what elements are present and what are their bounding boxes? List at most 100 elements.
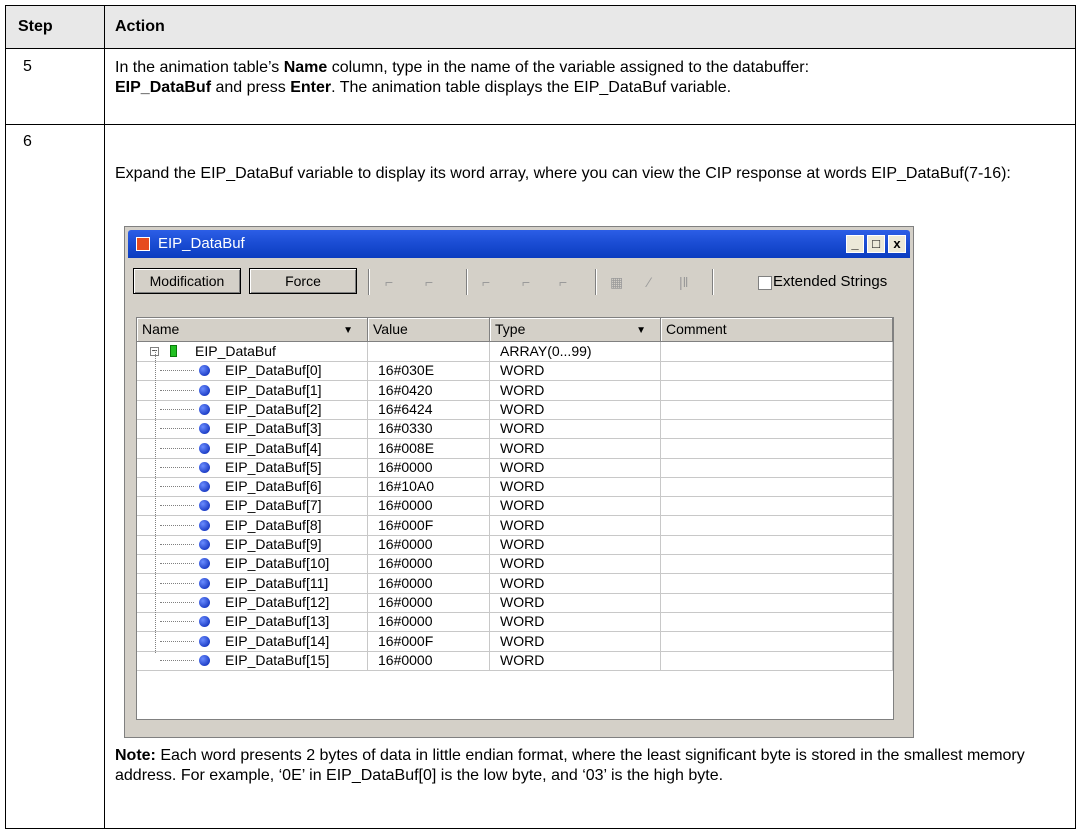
cell-comment[interactable] <box>661 573 893 593</box>
force-set-icon[interactable]: ⌐ <box>482 274 490 290</box>
word-variable-icon <box>199 577 210 589</box>
tree-root-row[interactable]: EIP_DataBuf ARRAY(0...99) − <box>137 342 893 362</box>
cell-value[interactable]: 16#008E <box>368 438 490 458</box>
minimize-button[interactable]: _ <box>846 235 864 253</box>
cell-comment[interactable] <box>661 535 893 554</box>
cell-value[interactable]: 16#000F <box>368 631 490 651</box>
cell-comment[interactable] <box>661 650 893 670</box>
cell-comment[interactable] <box>661 612 893 632</box>
tree-connector <box>160 524 194 526</box>
column-header-type[interactable]: Type ▼ <box>490 318 661 341</box>
cell-value[interactable]: 16#0000 <box>368 554 490 574</box>
dropdown-arrow-icon[interactable]: ▼ <box>343 319 353 342</box>
cell-comment[interactable] <box>661 496 893 516</box>
table-row[interactable]: EIP_DataBuf[3] 16#0330 WORD <box>137 419 893 440</box>
cell-type[interactable]: WORD <box>490 361 661 381</box>
value-text: 16#0000 <box>378 593 433 610</box>
cell-type[interactable]: WORD <box>490 515 661 535</box>
cell-type[interactable]: WORD <box>490 612 661 632</box>
cell-value[interactable]: 16#6424 <box>368 399 490 419</box>
cell-comment[interactable] <box>661 477 893 497</box>
cell-comment[interactable] <box>661 554 893 574</box>
force-button[interactable]: Force <box>249 268 357 294</box>
modification-button[interactable]: Modification <box>133 268 241 294</box>
cell-value[interactable]: 16#0000 <box>368 612 490 632</box>
cell-value[interactable]: 16#0420 <box>368 380 490 400</box>
cell-type[interactable]: WORD <box>490 438 661 458</box>
dropdown-arrow-icon[interactable]: ▼ <box>636 319 646 342</box>
bold-term: Enter <box>290 79 332 96</box>
table-row[interactable]: EIP_DataBuf[12] 16#0000 WORD <box>137 592 893 613</box>
unforce-icon[interactable]: ⌐ <box>559 274 567 290</box>
cell-type[interactable]: WORD <box>490 554 661 574</box>
table-row[interactable]: EIP_DataBuf[2] 16#6424 WORD <box>137 399 893 420</box>
cell-comment[interactable] <box>661 457 893 477</box>
animation-table-window: EIP_DataBuf _ □ x Modification Force ⌐ ⌐… <box>124 226 914 738</box>
table-row[interactable]: EIP_DataBuf[13] 16#0000 WORD <box>137 612 893 633</box>
tree-connector <box>160 447 194 449</box>
cell-comment[interactable] <box>661 361 893 381</box>
cell-type[interactable]: WORD <box>490 496 661 516</box>
cell-value[interactable]: 16#0000 <box>368 573 490 593</box>
cell-value[interactable] <box>368 342 490 361</box>
cell-value[interactable]: 16#0330 <box>368 419 490 439</box>
cell-comment[interactable] <box>661 631 893 651</box>
cell-value[interactable]: 16#0000 <box>368 592 490 612</box>
cell-value[interactable]: 16#0000 <box>368 457 490 477</box>
column-header-name[interactable]: Name ▼ <box>137 318 368 341</box>
type-text: ARRAY(0...99) <box>500 343 592 359</box>
cell-value[interactable]: 16#0000 <box>368 535 490 554</box>
cell-type[interactable]: WORD <box>490 399 661 419</box>
cell-comment[interactable] <box>661 592 893 612</box>
close-button[interactable]: x <box>888 235 906 253</box>
cell-comment[interactable] <box>661 438 893 458</box>
cell-comment[interactable] <box>661 515 893 535</box>
table-row[interactable]: EIP_DataBuf[8] 16#000F WORD <box>137 515 893 536</box>
table-row[interactable]: EIP_DataBuf[11] 16#0000 WORD <box>137 573 893 594</box>
cell-comment[interactable] <box>661 380 893 400</box>
cell-type[interactable]: WORD <box>490 650 661 670</box>
column-header-comment[interactable]: Comment <box>661 318 893 341</box>
value-text: 16#0330 <box>378 420 433 437</box>
cell-type[interactable]: WORD <box>490 631 661 651</box>
cell-value[interactable]: 16#0000 <box>368 650 490 670</box>
table-row[interactable]: EIP_DataBuf[7] 16#0000 WORD <box>137 496 893 517</box>
cell-type[interactable]: WORD <box>490 419 661 439</box>
column-header-value[interactable]: Value <box>368 318 490 341</box>
cell-comment[interactable] <box>661 399 893 419</box>
cell-comment[interactable] <box>661 342 893 361</box>
extended-strings-checkbox[interactable] <box>758 276 772 290</box>
table-row[interactable]: EIP_DataBuf[10] 16#0000 WORD <box>137 554 893 575</box>
table-row[interactable]: EIP_DataBuf[0] 16#030E WORD <box>137 361 893 382</box>
cell-type[interactable]: WORD <box>490 477 661 497</box>
cell-value[interactable]: 16#030E <box>368 361 490 381</box>
cell-value[interactable]: 16#000F <box>368 515 490 535</box>
cell-type[interactable]: WORD <box>490 535 661 554</box>
reset-bit-icon[interactable]: ⌐ <box>425 274 433 290</box>
table-row[interactable]: EIP_DataBuf[14] 16#000F WORD <box>137 631 893 652</box>
edge-icon[interactable]: ⁄ <box>648 274 650 290</box>
table-row[interactable]: EIP_DataBuf[9] 16#0000 WORD <box>137 535 893 555</box>
table-row[interactable]: EIP_DataBuf[4] 16#008E WORD <box>137 438 893 459</box>
window-title: EIP_DataBuf <box>158 235 245 252</box>
bracket-icon[interactable]: |‖ <box>679 274 688 290</box>
set-bit-icon[interactable]: ⌐ <box>385 274 393 290</box>
table-row[interactable]: EIP_DataBuf[1] 16#0420 WORD <box>137 380 893 401</box>
force-reset-icon[interactable]: ⌐ <box>522 274 530 290</box>
name-text: EIP_DataBuf <box>195 343 276 359</box>
cell-comment[interactable] <box>661 419 893 439</box>
window-titlebar[interactable]: EIP_DataBuf _ □ x <box>128 230 910 258</box>
maximize-button[interactable]: □ <box>867 235 885 253</box>
cell-value[interactable]: 16#0000 <box>368 496 490 516</box>
cell-type[interactable]: WORD <box>490 592 661 612</box>
cell-type[interactable]: WORD <box>490 380 661 400</box>
cell-type[interactable]: WORD <box>490 573 661 593</box>
cell-value[interactable]: 16#10A0 <box>368 477 490 497</box>
cell-type[interactable]: WORD <box>490 457 661 477</box>
table-row[interactable]: EIP_DataBuf[15] 16#0000 WORD <box>137 650 893 671</box>
table-row[interactable]: EIP_DataBuf[6] 16#10A0 WORD <box>137 477 893 498</box>
cell-type[interactable]: ARRAY(0...99) <box>490 342 661 361</box>
table-row[interactable]: EIP_DataBuf[5] 16#0000 WORD <box>137 457 893 478</box>
grid-icon[interactable]: ▦ <box>610 274 623 291</box>
variables-grid[interactable]: Name ▼ Value Type ▼ Comment EIP_DataBuf A… <box>136 317 894 720</box>
